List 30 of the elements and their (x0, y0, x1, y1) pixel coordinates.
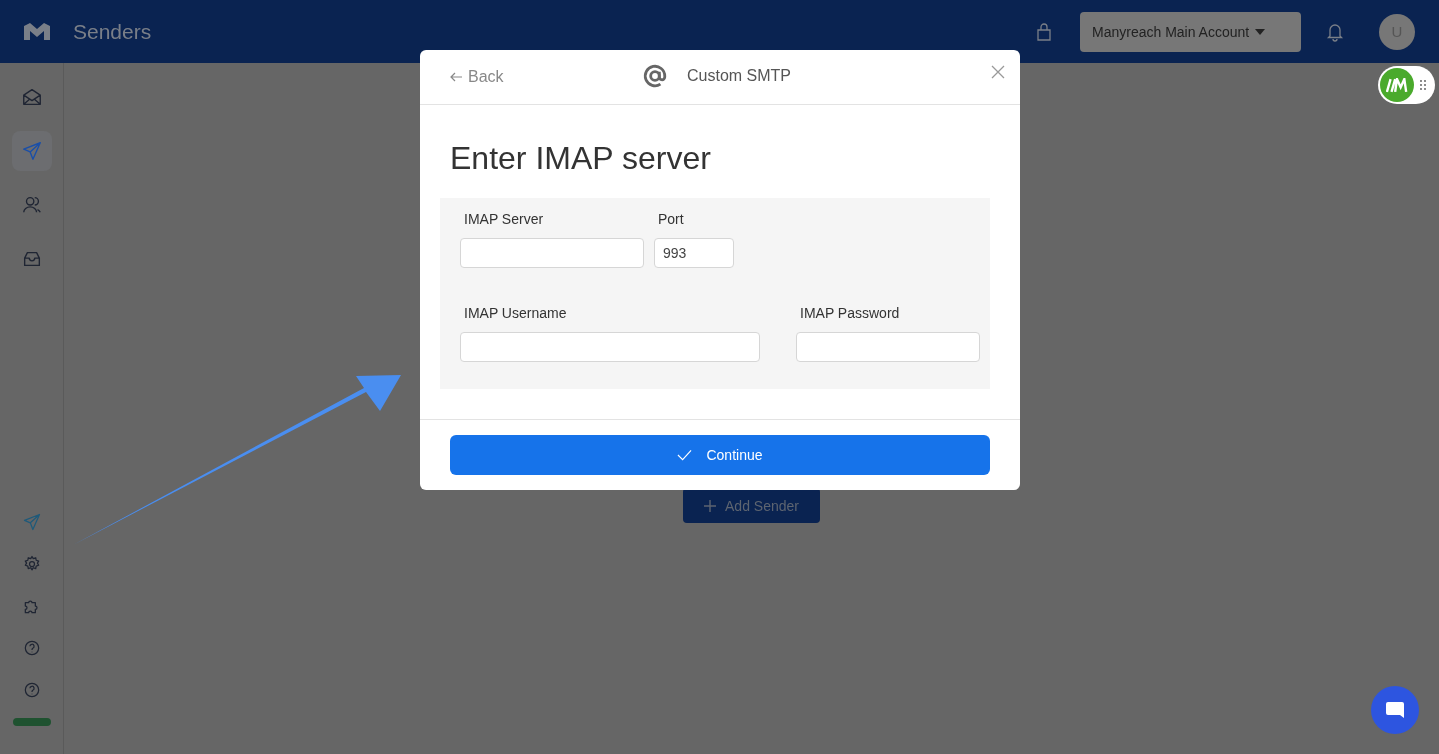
back-link[interactable]: Back (450, 68, 504, 86)
status-indicator (12, 718, 51, 726)
field-label: IMAP Server (463, 210, 545, 228)
input-field[interactable] (796, 332, 980, 362)
shopping-bag-icon[interactable] (1034, 21, 1054, 42)
continue-button[interactable]: Continue (450, 435, 990, 475)
bell-icon[interactable] (1325, 21, 1345, 42)
input-field[interactable]: 993 (654, 238, 734, 268)
arrow-left-icon (450, 72, 462, 82)
add-sender-button[interactable]: Add Sender (683, 488, 820, 523)
logo-icon (22, 21, 52, 42)
input-field[interactable] (460, 332, 760, 362)
page-title: Senders (73, 19, 152, 44)
drag-handle-icon[interactable] (1420, 80, 1426, 90)
close-icon[interactable] (991, 65, 1005, 79)
modal-heading: Enter IMAP server (450, 140, 712, 176)
paper-plane-icon[interactable] (11, 131, 52, 171)
widget-logo-icon (1380, 68, 1414, 102)
field-label: Port (657, 210, 685, 228)
field-label: IMAP Password (799, 304, 901, 322)
at-sign-icon (642, 63, 668, 89)
field-label: IMAP Username (463, 304, 568, 322)
chat-button[interactable] (1371, 686, 1419, 734)
modal-title: Custom SMTP (687, 67, 791, 85)
input-field[interactable] (460, 238, 644, 268)
plus-icon (704, 499, 716, 512)
checkmark-icon (677, 449, 693, 461)
account-dropdown[interactable]: Manyreach Main Account (1080, 11, 1301, 52)
caret-icon (1255, 28, 1266, 35)
floating-widget[interactable] (1378, 66, 1435, 104)
